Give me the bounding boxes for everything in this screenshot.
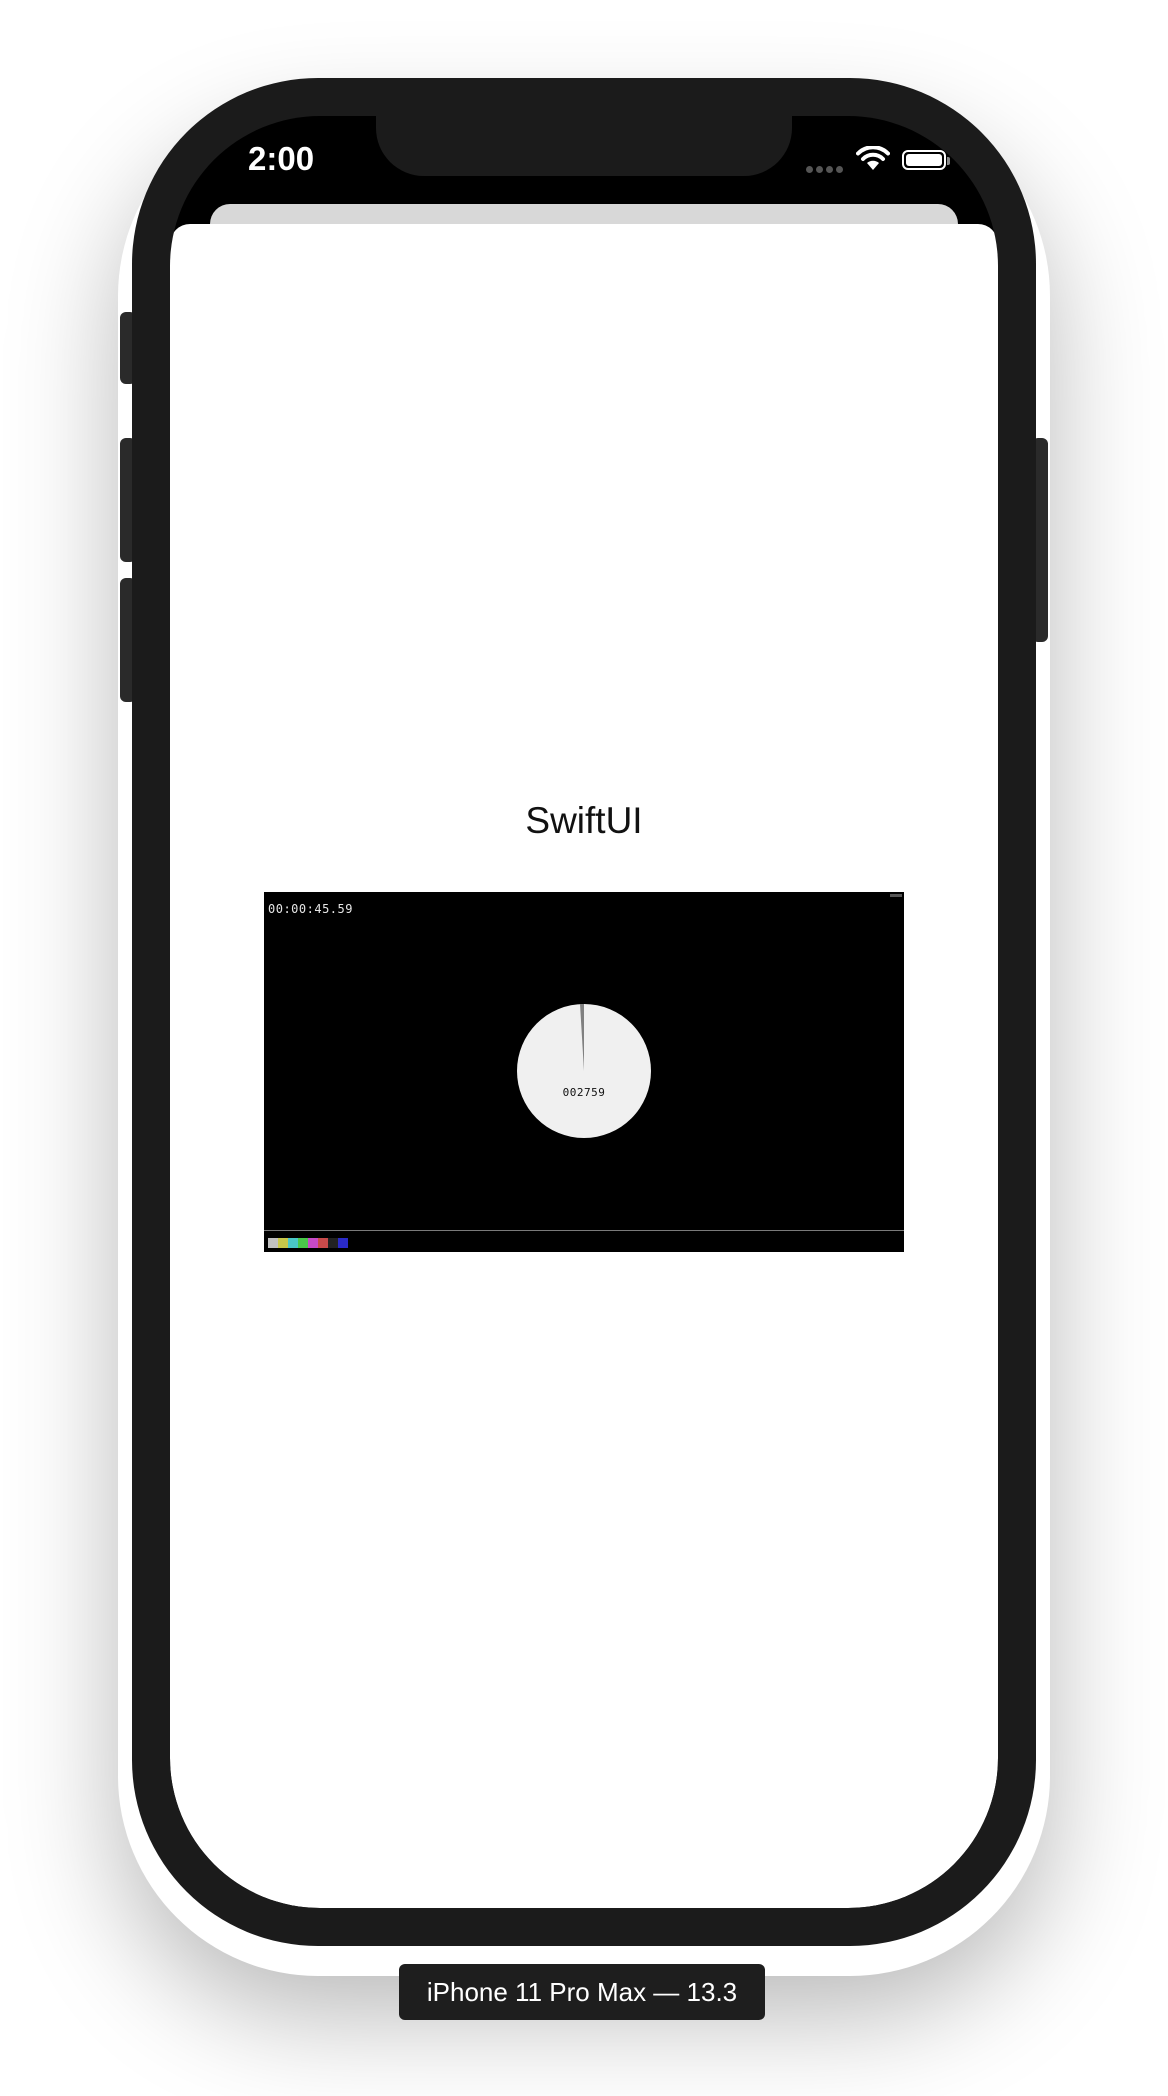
device-screen: 2:00 SwiftUI 00:00:45.59 002759 [170, 116, 998, 1908]
color-bar-swatch [278, 1238, 288, 1248]
page-title: SwiftUI [525, 800, 643, 841]
battery-icon [902, 150, 950, 170]
progress-divider [264, 1230, 904, 1231]
frame-counter: 002759 [562, 1086, 606, 1099]
countdown-clock [517, 1004, 651, 1138]
notch [376, 116, 792, 176]
color-bar-swatch [308, 1238, 318, 1248]
wifi-icon [856, 146, 890, 170]
color-bar-swatch [268, 1238, 278, 1248]
video-player[interactable]: 00:00:45.59 002759 [264, 892, 904, 1252]
modal-sheet[interactable]: SwiftUI 00:00:45.59 002759 [170, 224, 998, 1908]
color-bars [268, 1238, 348, 1248]
video-timecode: 00:00:45.59 [268, 902, 353, 916]
corner-marker [890, 894, 902, 897]
color-bar-swatch [298, 1238, 308, 1248]
color-bar-swatch [318, 1238, 328, 1248]
color-bar-swatch [338, 1238, 348, 1248]
status-time: 2:00 [248, 140, 315, 177]
color-bar-swatch [288, 1238, 298, 1248]
color-bar-swatch [328, 1238, 338, 1248]
device-label: iPhone 11 Pro Max — 13.3 [399, 1964, 765, 2020]
cellular-signal-icon [806, 166, 843, 173]
